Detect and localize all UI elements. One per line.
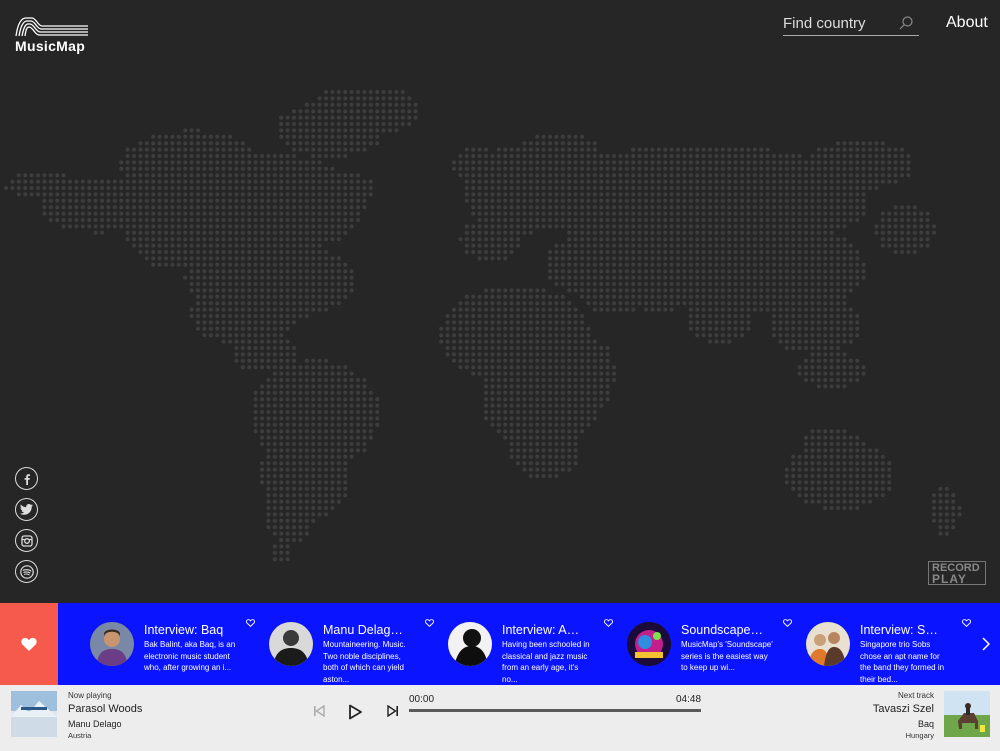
story-thumbnail xyxy=(448,622,492,666)
twitter-link[interactable] xyxy=(15,498,38,521)
story-description: Bak Balint, aka Baq, is an electronic mu… xyxy=(144,640,236,672)
next-track-artist[interactable]: Baq xyxy=(918,719,934,729)
country-search xyxy=(783,12,919,36)
story-thumbnail xyxy=(90,622,134,666)
facebook-icon xyxy=(24,473,30,485)
about-link[interactable]: About xyxy=(946,14,988,32)
story-card[interactable]: Interview: Sobs Singapore trio Sobs chos… xyxy=(774,603,971,685)
track-artist[interactable]: Manu Delago xyxy=(68,719,122,729)
logo-mark-icon xyxy=(15,17,88,37)
now-playing-artwork[interactable] xyxy=(11,691,57,737)
story-thumbnail xyxy=(806,622,850,666)
next-track-country[interactable]: Hungary xyxy=(906,731,934,740)
next-track-label: Next track xyxy=(897,691,934,700)
artist-photo-icon xyxy=(90,622,134,666)
story-card[interactable]: Soundscape 016... MusicMap's 'Soundscape… xyxy=(595,603,792,685)
story-title: Soundscape 016... xyxy=(681,623,765,637)
facebook-link[interactable] xyxy=(15,467,38,490)
now-playing-label: Now playing xyxy=(68,691,112,700)
artist-photo-icon xyxy=(448,622,492,666)
story-title: Manu Delago talk... xyxy=(323,623,407,637)
instagram-link[interactable] xyxy=(15,529,38,552)
stories-carousel: Interview: Baq Bak Balint, aka Baq, is a… xyxy=(0,603,1000,685)
instagram-icon xyxy=(20,534,33,547)
story-description: Having been schooled in classical and ja… xyxy=(502,640,590,684)
album-cover-icon xyxy=(944,691,990,737)
skip-next-icon[interactable] xyxy=(387,705,399,717)
progress-bar[interactable] xyxy=(409,709,701,712)
record-play-line2: PLAY xyxy=(932,572,967,586)
next-track-artwork[interactable] xyxy=(944,691,990,737)
story-thumbnail xyxy=(269,622,313,666)
story-card[interactable]: Interview: Baq Bak Balint, aka Baq, is a… xyxy=(58,603,255,685)
logo-text: MusicMap xyxy=(15,38,86,54)
story-description: Mountaineering. Music. Two noble discipl… xyxy=(323,640,406,684)
search-input[interactable] xyxy=(783,12,895,34)
story-title: Interview: Baq xyxy=(144,623,224,637)
next-track-title: Tavaszi Szel xyxy=(872,703,934,715)
chevron-right-icon[interactable] xyxy=(982,637,990,651)
band-photo-icon xyxy=(806,622,850,666)
current-time: 00:00 xyxy=(409,694,435,705)
spotify-link[interactable] xyxy=(15,560,38,583)
favorites-tab[interactable] xyxy=(0,603,58,685)
search-icon[interactable] xyxy=(899,16,913,30)
track-title: Parasol Woods xyxy=(68,703,143,715)
audio-player: Now playing Parasol Woods Manu Delago Au… xyxy=(0,685,1000,751)
story-card[interactable]: Interview: ANNAVR Having been schooled i… xyxy=(416,603,613,685)
heart-icon xyxy=(21,637,37,651)
record-play-logo: RECORD PLAY xyxy=(928,561,986,585)
soundscape-cover-icon xyxy=(627,622,671,666)
album-cover-icon xyxy=(11,691,57,737)
story-description: Singapore trio Sobs chose an apt name fo… xyxy=(860,640,945,684)
total-time: 04:48 xyxy=(676,694,702,705)
musicmap-logo[interactable]: MusicMap xyxy=(14,16,92,56)
play-icon[interactable] xyxy=(348,704,363,720)
artist-photo-icon xyxy=(269,622,313,666)
spotify-icon xyxy=(19,564,34,579)
app-root: MusicMap About xyxy=(0,0,1000,751)
twitter-icon xyxy=(20,504,33,515)
story-description: MusicMap's 'Soundscape' series is the ea… xyxy=(681,640,773,672)
favorite-heart-icon[interactable] xyxy=(962,619,971,627)
story-title: Interview: ANNAVR xyxy=(502,623,586,637)
story-card[interactable]: Manu Delago talk... Mountaineering. Musi… xyxy=(237,603,434,685)
world-dot-map[interactable] xyxy=(0,70,1000,600)
skip-previous-icon[interactable] xyxy=(313,705,325,717)
story-thumbnail xyxy=(627,622,671,666)
track-country[interactable]: Austria xyxy=(68,731,91,740)
story-title: Interview: Sobs xyxy=(860,623,944,637)
